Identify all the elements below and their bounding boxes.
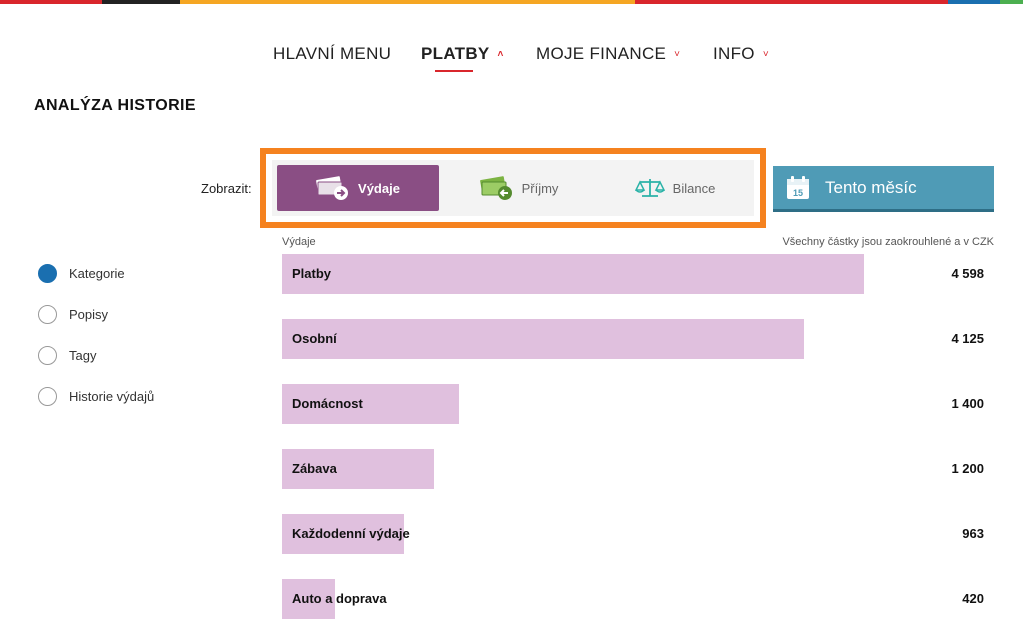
chevron-down-icon: ˅ bbox=[762, 49, 769, 60]
bar-row[interactable]: Auto a doprava 420 bbox=[282, 579, 994, 619]
chevron-down-icon: ˅ bbox=[674, 49, 681, 60]
nav-label: MOJE FINANCE bbox=[536, 44, 667, 63]
stripe-segment bbox=[0, 0, 102, 4]
bar-row[interactable]: Osobní 4 125 bbox=[282, 319, 994, 359]
radio-dot bbox=[38, 387, 57, 406]
brand-color-stripe bbox=[0, 0, 1023, 4]
bar bbox=[282, 319, 804, 359]
filter-label: Zobrazit: bbox=[201, 181, 252, 196]
toggle-label: Příjmy bbox=[521, 180, 559, 196]
toggle-bilance[interactable]: Bilance bbox=[599, 165, 751, 211]
nav-item-moje-finance[interactable]: MOJE FINANCE ˅ bbox=[536, 44, 680, 64]
nav-label: HLAVNÍ MENU bbox=[273, 44, 392, 63]
stripe-segment bbox=[948, 0, 1000, 4]
scales-icon bbox=[634, 179, 665, 197]
bar-label: Auto a doprava bbox=[292, 591, 387, 606]
view-radio-popisy[interactable]: Popisy bbox=[38, 305, 108, 324]
bar-value-label: 963 bbox=[962, 526, 984, 541]
nav-item-hlavni-menu[interactable]: HLAVNÍ MENU bbox=[273, 44, 391, 64]
this-month-button[interactable]: 15 Tento měsíc bbox=[773, 166, 994, 212]
money-out-icon bbox=[316, 176, 349, 200]
toggle-prijmy[interactable]: Příjmy bbox=[439, 165, 599, 211]
bar-value-label: 1 200 bbox=[951, 461, 984, 476]
bar-row[interactable]: Každodenní výdaje 963 bbox=[282, 514, 994, 554]
calendar-icon: 15 bbox=[787, 175, 809, 199]
radio-label: Popisy bbox=[69, 307, 109, 322]
nav-item-info[interactable]: INFO ˅ bbox=[713, 44, 769, 64]
chevron-up-icon: ˄ bbox=[497, 49, 504, 60]
radio-dot bbox=[38, 264, 57, 283]
nav-item-platby[interactable]: PLATBY ˄ bbox=[421, 44, 504, 64]
nav-label: PLATBY bbox=[421, 44, 490, 63]
page-title: ANALÝZA HISTORIE bbox=[34, 97, 196, 114]
money-in-icon bbox=[479, 176, 512, 200]
bar-label: Osobní bbox=[292, 331, 337, 346]
stripe-segment bbox=[635, 0, 948, 4]
bar-row[interactable]: Platby 4 598 bbox=[282, 254, 994, 294]
active-nav-underline bbox=[435, 70, 473, 72]
bar-label: Platby bbox=[292, 266, 332, 281]
view-radio-tagy[interactable]: Tagy bbox=[38, 346, 96, 365]
bar-label: Zábava bbox=[292, 461, 337, 476]
toggle-label: Výdaje bbox=[358, 180, 400, 196]
stripe-segment bbox=[180, 0, 635, 4]
radio-label: Tagy bbox=[69, 348, 97, 363]
bar bbox=[282, 254, 864, 294]
stripe-segment bbox=[1000, 0, 1023, 4]
bar-value-label: 420 bbox=[962, 591, 984, 606]
main-nav: HLAVNÍ MENU PLATBY ˄ MOJE FINANCE ˅ INFO ˅ bbox=[0, 44, 1023, 72]
stripe-segment bbox=[102, 0, 180, 4]
view-radio-kategorie[interactable]: Kategorie bbox=[38, 264, 125, 283]
bar-row[interactable]: Domácnost 1 400 bbox=[282, 384, 994, 424]
radio-label: Kategorie bbox=[69, 266, 125, 281]
view-radio-historie-vydaju[interactable]: Historie výdajů bbox=[38, 387, 154, 406]
radio-label: Historie výdajů bbox=[69, 389, 155, 404]
bar-label: Každodenní výdaje bbox=[292, 526, 410, 541]
bar-value-label: 1 400 bbox=[951, 396, 984, 411]
toggle-label: Bilance bbox=[672, 180, 716, 196]
bar-value-label: 4 125 bbox=[951, 331, 984, 346]
radio-dot bbox=[38, 305, 57, 324]
type-toggle-group: Výdaje Příjmy Bilance bbox=[260, 148, 766, 228]
list-header-note: Všechny částky jsou zaokrouhlené a v CZK bbox=[782, 236, 994, 248]
radio-dot bbox=[38, 346, 57, 365]
bar-row[interactable]: Zábava 1 200 bbox=[282, 449, 994, 489]
toggle-track: Výdaje Příjmy Bilance bbox=[272, 160, 754, 216]
calendar-day: 15 bbox=[793, 188, 803, 198]
this-month-label: Tento měsíc bbox=[825, 177, 917, 197]
toggle-vydaje[interactable]: Výdaje bbox=[277, 165, 439, 211]
bar-value-label: 4 598 bbox=[951, 266, 984, 281]
list-header-title: Výdaje bbox=[282, 236, 316, 248]
nav-label: INFO bbox=[713, 44, 755, 63]
bar-label: Domácnost bbox=[292, 396, 363, 411]
